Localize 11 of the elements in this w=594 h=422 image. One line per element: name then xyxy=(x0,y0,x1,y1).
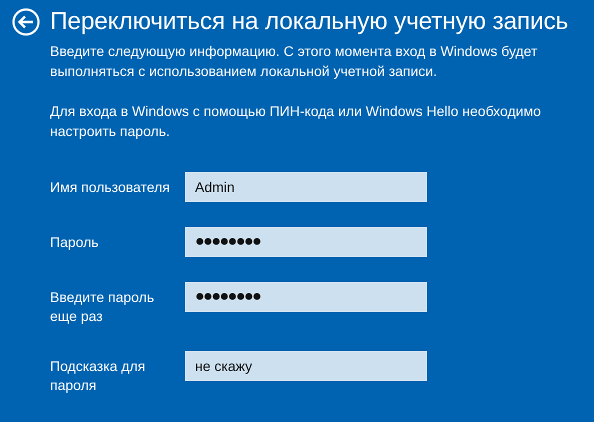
input-field[interactable]: ●●●●●●●● xyxy=(185,282,427,312)
instruction-text: Введите следующую информацию. С этого момента вход в Windows будет выполняться с использованием локальной учетной записи. xyxy=(50,42,538,81)
input-field[interactable]: не скажу xyxy=(185,351,427,381)
instruction-text: Для входа в Windows с помощью ПИН-кода или Windows Hello необходимо настроить пароль. xyxy=(50,102,542,141)
field-label: Подсказка для пароля xyxy=(50,357,146,395)
input-field[interactable]: Admin xyxy=(185,172,427,202)
field-label: Введите пароль еще раз xyxy=(50,288,156,326)
field-label: Имя пользователя xyxy=(50,178,171,197)
page-title: Переключиться на локальную учетную запись xyxy=(50,7,568,37)
input-field[interactable]: ●●●●●●●● xyxy=(185,227,427,257)
field-label: Пароль xyxy=(50,233,100,252)
